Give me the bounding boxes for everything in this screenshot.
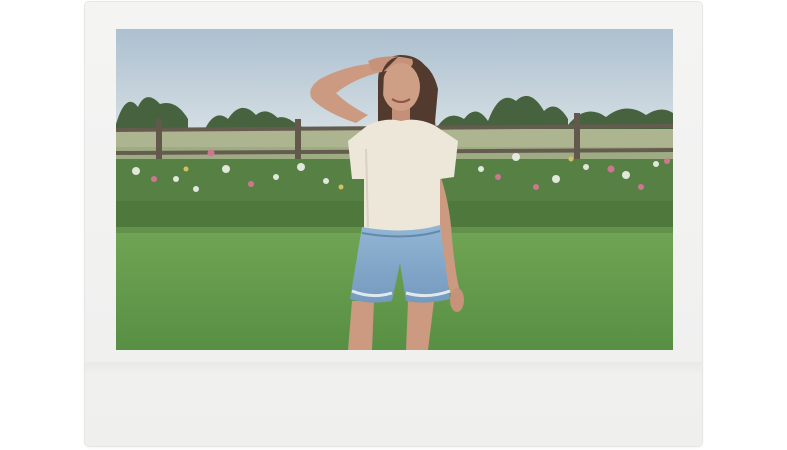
frame-bottom-shadow <box>85 362 702 374</box>
photo-scene <box>116 29 673 350</box>
photo <box>116 29 673 350</box>
